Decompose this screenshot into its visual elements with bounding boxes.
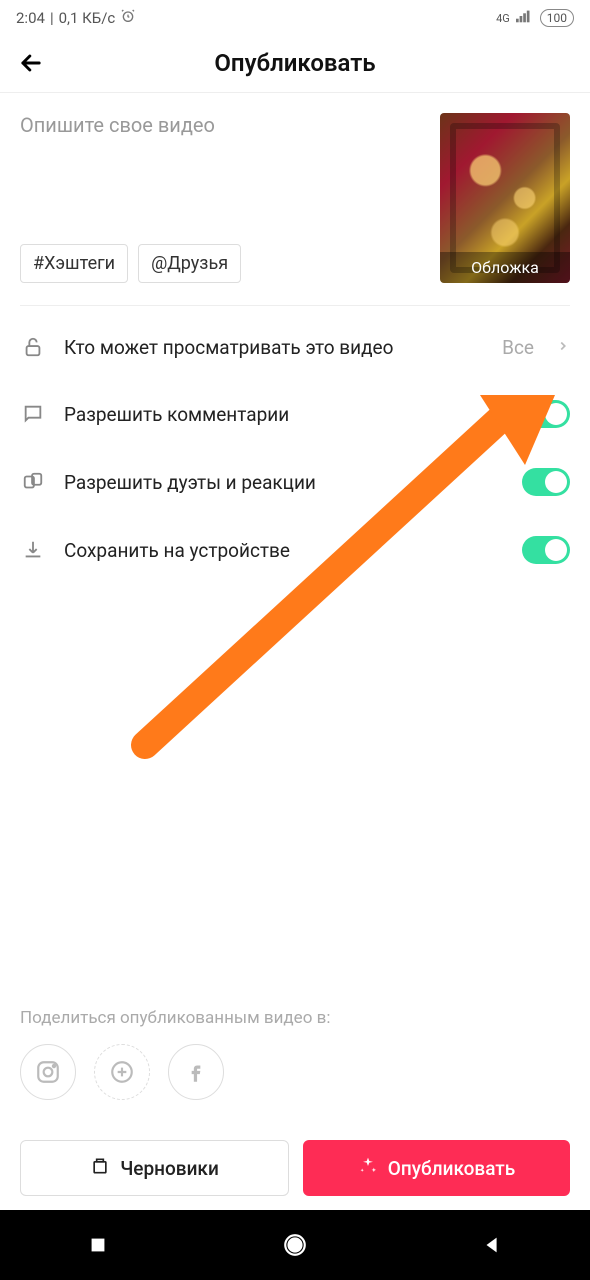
divider (20, 305, 570, 306)
privacy-setting[interactable]: Кто может просматривать это видео Все (0, 314, 590, 380)
nav-back[interactable] (481, 1234, 503, 1256)
status-bar: 2:04 | 0,1 КБ/с 4G 100 (0, 0, 590, 36)
status-right: 4G 100 (496, 9, 574, 27)
description-input[interactable]: Опишите свое видео (20, 113, 428, 137)
drafts-button[interactable]: Черновики (20, 1140, 289, 1196)
add-share[interactable] (94, 1044, 150, 1100)
status-left: 2:04 | 0,1 КБ/с (16, 8, 136, 28)
instagram-share[interactable] (20, 1044, 76, 1100)
nav-home[interactable] (282, 1232, 308, 1258)
publish-button[interactable]: Опубликовать (303, 1140, 570, 1196)
privacy-value: Все (502, 336, 534, 359)
share-label: Поделиться опубликованным видео в: (20, 1008, 570, 1028)
save-toggle[interactable] (522, 536, 570, 564)
bottom-bar: Черновики Опубликовать (0, 1126, 590, 1210)
lock-icon (20, 334, 46, 360)
comments-label: Разрешить комментарии (64, 403, 504, 426)
alarm-icon (120, 8, 136, 28)
comments-setting: Разрешить комментарии (0, 380, 590, 448)
nav-recent[interactable] (87, 1234, 109, 1256)
comments-toggle[interactable] (522, 400, 570, 428)
app-header: Опубликовать (0, 36, 590, 93)
drafts-label: Черновики (120, 1157, 219, 1180)
publish-label: Опубликовать (388, 1157, 515, 1180)
privacy-label: Кто может просматривать это видео (64, 336, 484, 359)
duets-setting: Разрешить дуэты и реакции (0, 448, 590, 516)
facebook-share[interactable] (168, 1044, 224, 1100)
compose-area: Опишите свое видео #Хэштеги @Друзья Обло… (0, 93, 590, 283)
network-type: 4G (496, 12, 510, 25)
status-speed: 0,1 КБ/с (59, 9, 116, 27)
save-label: Сохранить на устройстве (64, 539, 504, 562)
video-thumbnail[interactable]: Обложка (440, 113, 570, 283)
share-section: Поделиться опубликованным видео в: (0, 1008, 590, 1100)
drafts-icon (90, 1156, 110, 1181)
chevron-right-icon (556, 338, 570, 357)
page-title: Опубликовать (214, 49, 375, 77)
share-icons (20, 1044, 570, 1100)
back-button[interactable] (16, 48, 46, 78)
signal-icon (516, 9, 534, 27)
download-icon (20, 537, 46, 563)
cover-label[interactable]: Обложка (440, 252, 570, 283)
chip-row: #Хэштеги @Друзья (20, 244, 428, 283)
battery-level: 100 (540, 9, 574, 27)
comment-icon (20, 401, 46, 427)
save-setting: Сохранить на устройстве (0, 516, 590, 584)
android-nav-bar (0, 1210, 590, 1280)
duets-toggle[interactable] (522, 468, 570, 496)
sparkle-icon (358, 1156, 378, 1181)
duet-icon (20, 469, 46, 495)
hashtag-chip[interactable]: #Хэштеги (20, 244, 128, 283)
status-time: 2:04 (16, 9, 45, 27)
compose-left: Опишите свое видео #Хэштеги @Друзья (20, 113, 428, 283)
duets-label: Разрешить дуэты и реакции (64, 471, 504, 494)
friends-chip[interactable]: @Друзья (138, 244, 241, 283)
